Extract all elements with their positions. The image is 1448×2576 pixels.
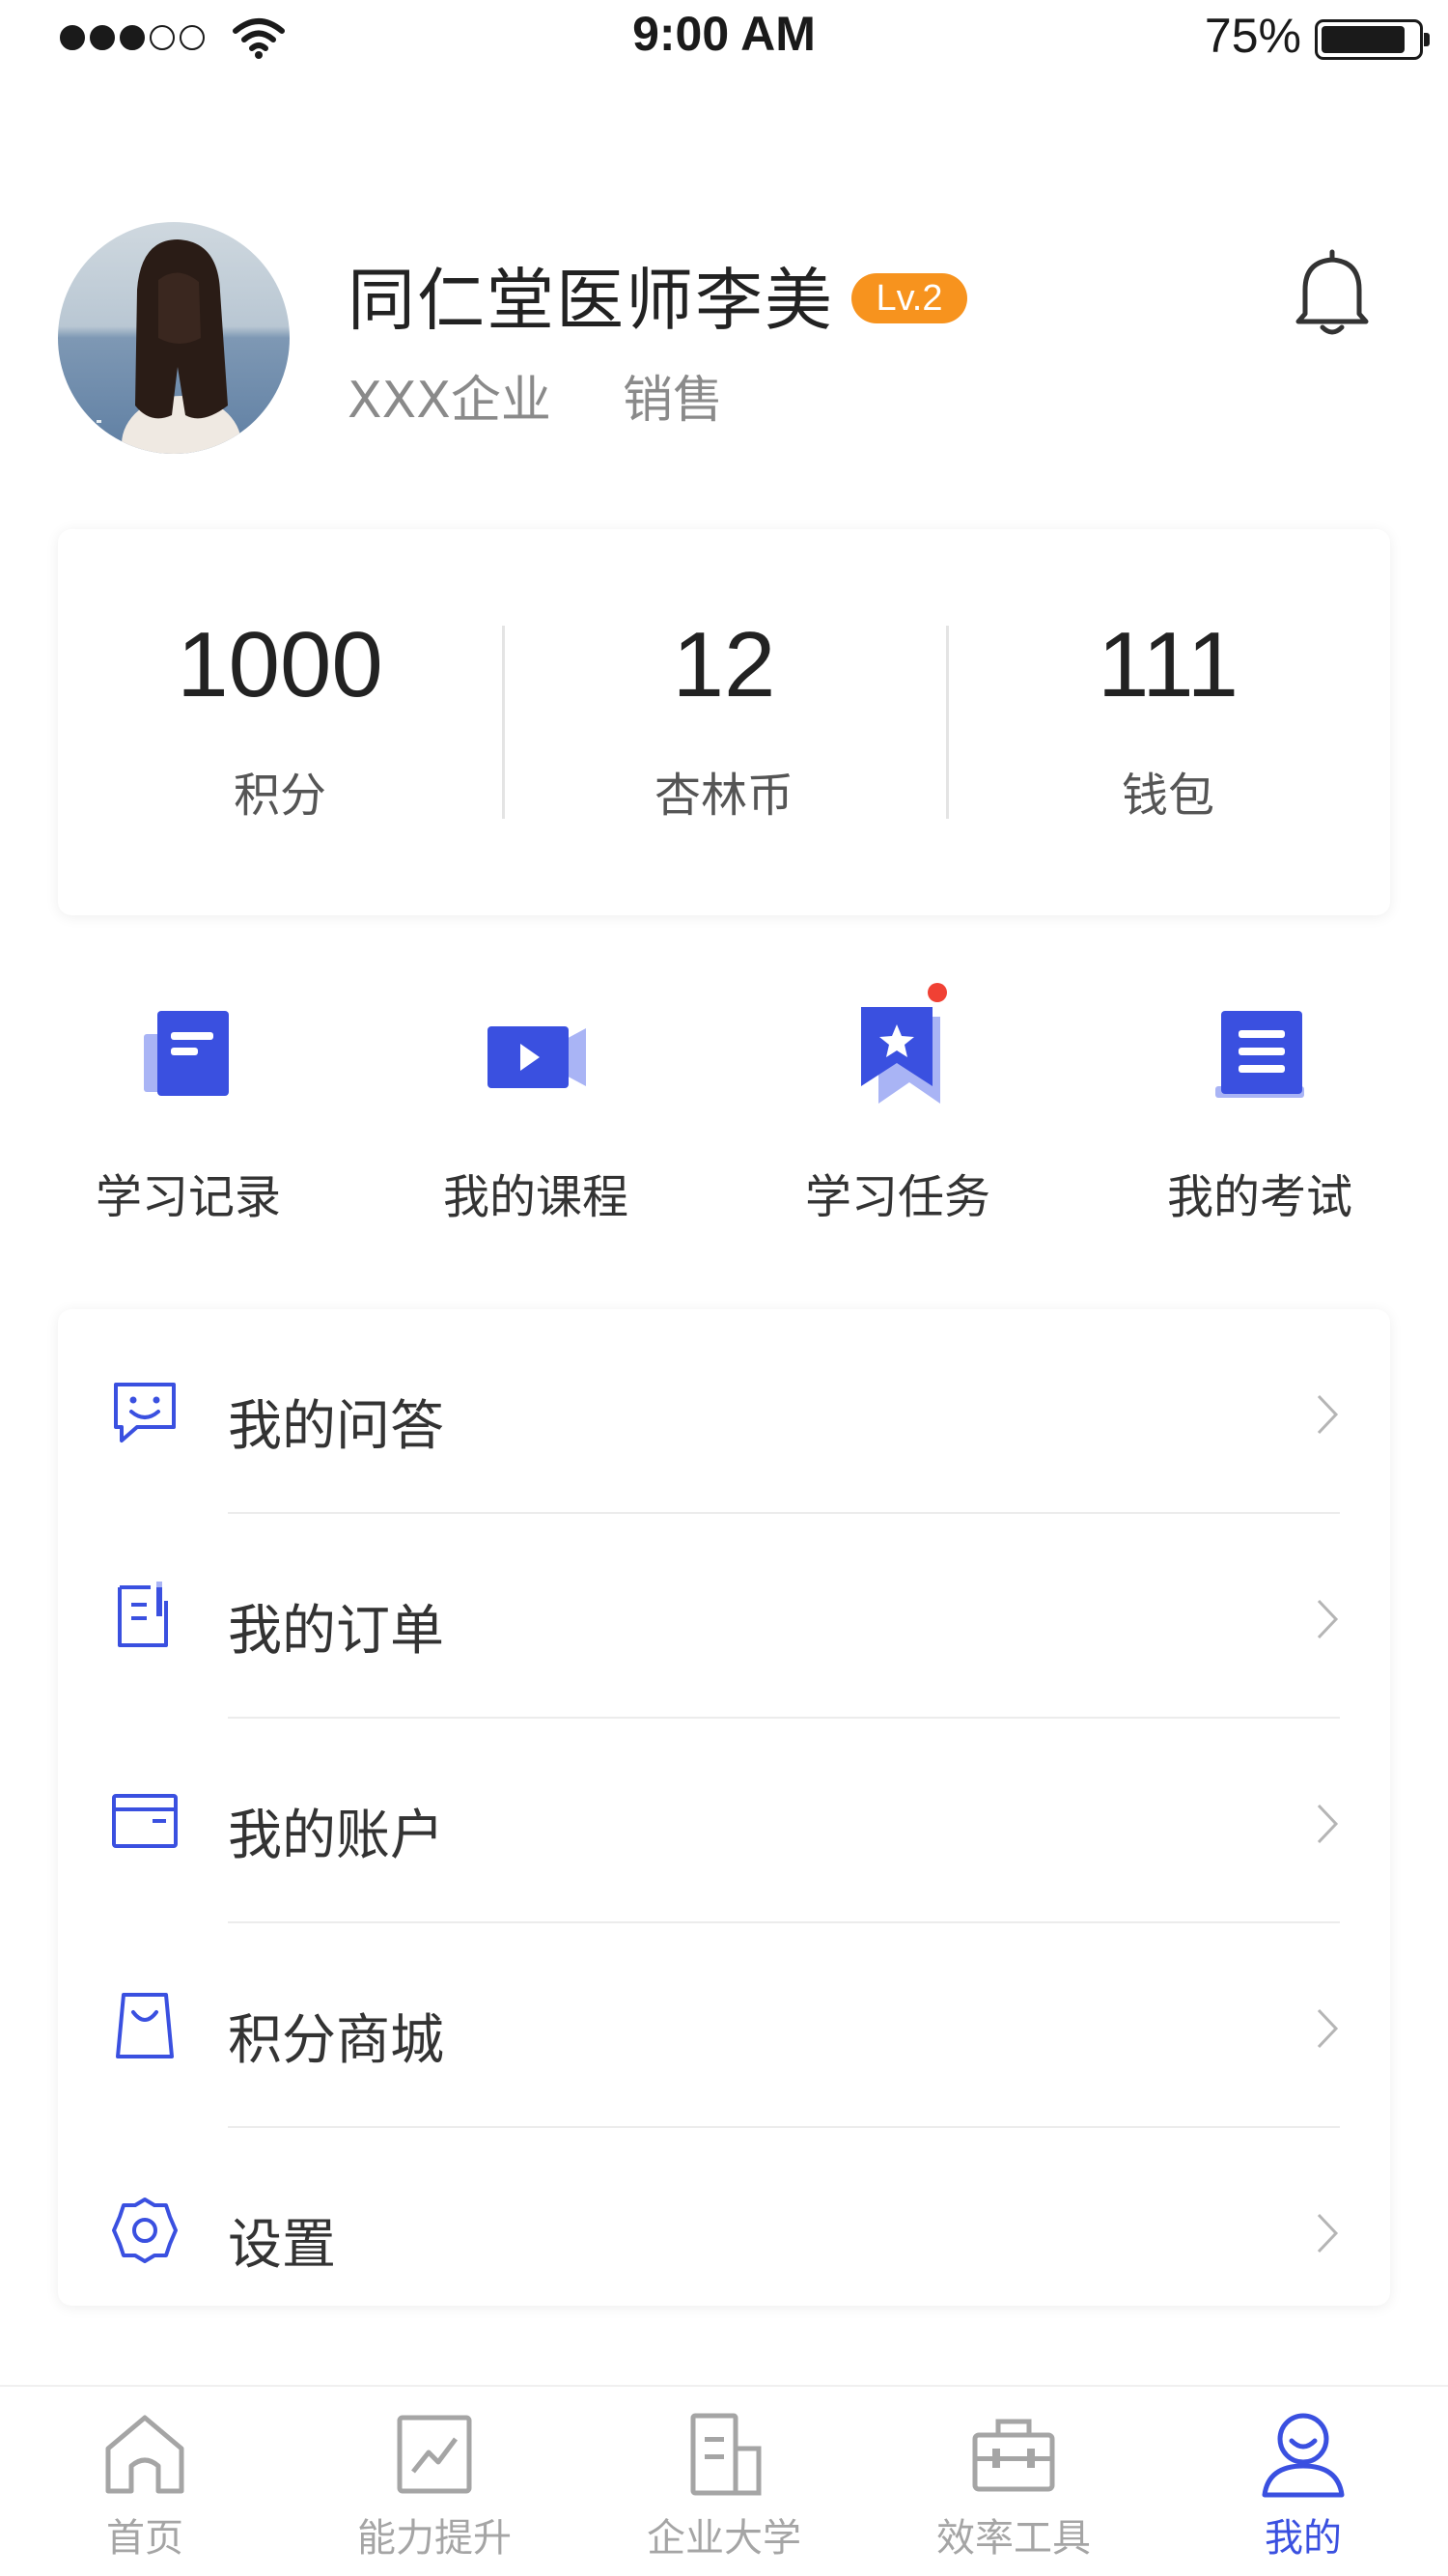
quick-action-label: 学习任务 xyxy=(804,1170,990,1224)
company-name: XXX企业 xyxy=(348,372,551,430)
bookmark-star-icon xyxy=(861,1007,940,1104)
avatar[interactable] xyxy=(58,222,290,454)
home-icon xyxy=(105,2415,184,2494)
menu-item-my-account[interactable]: 我的账户 xyxy=(58,1719,1390,1923)
tab-bar: 首页 能力提升 企业大学 效率工具 我的 xyxy=(0,2385,1448,2576)
menu-item-label: 我的账户 xyxy=(228,1805,444,1867)
tab-label: 我的 xyxy=(1265,2516,1342,2561)
stat-value: 111 xyxy=(1098,613,1239,716)
document-icon xyxy=(144,1011,229,1096)
stat-value: 1000 xyxy=(177,613,383,716)
tab-label: 能力提升 xyxy=(357,2516,512,2561)
video-icon xyxy=(487,1026,586,1088)
quick-action-label: 我的课程 xyxy=(442,1170,628,1224)
wallet-icon xyxy=(112,1794,178,1848)
battery-icon xyxy=(1315,19,1430,60)
chevron-right-icon xyxy=(1317,1394,1339,1435)
chevron-right-icon xyxy=(1317,2008,1339,2049)
menu-item-label: 我的订单 xyxy=(228,1600,444,1663)
stat-value: 12 xyxy=(672,613,776,716)
stat-label: 杏林币 xyxy=(654,769,794,823)
tab-home[interactable]: 首页 xyxy=(0,2387,290,2576)
menu-item-settings[interactable]: 设置 xyxy=(58,2128,1390,2333)
user-icon xyxy=(1262,2413,1345,2498)
quick-action-label: 我的考试 xyxy=(1166,1170,1352,1224)
stats-card: 1000 积分 12 杏林币 111 钱包 xyxy=(58,529,1390,915)
stat-coins[interactable]: 12 杏林币 xyxy=(502,529,946,915)
shopping-bag-icon xyxy=(116,1993,174,2058)
tab-mine[interactable]: 我的 xyxy=(1158,2387,1448,2576)
quick-action-study-record[interactable]: 学习记录 xyxy=(43,975,333,1236)
level-badge: Lv.2 xyxy=(851,273,967,323)
chevron-right-icon xyxy=(1317,1804,1339,1844)
quick-action-study-tasks[interactable]: 学习任务 xyxy=(753,975,1043,1236)
chevron-right-icon xyxy=(1317,2213,1339,2254)
tab-skill-improvement[interactable]: 能力提升 xyxy=(290,2387,579,2576)
menu-item-label: 积分商城 xyxy=(228,2009,444,2072)
quick-action-my-courses[interactable]: 我的课程 xyxy=(391,975,681,1236)
tab-efficiency-tools[interactable]: 效率工具 xyxy=(869,2387,1158,2576)
status-bar: 9:00 AM 75% xyxy=(0,0,1448,77)
notification-dot xyxy=(928,983,947,1002)
trend-icon xyxy=(397,2415,472,2494)
tab-label: 效率工具 xyxy=(936,2516,1091,2561)
stat-label: 积分 xyxy=(233,769,326,823)
menu-item-my-orders[interactable]: 我的订单 xyxy=(58,1514,1390,1719)
battery-percentage: 75% xyxy=(1204,9,1301,63)
order-icon xyxy=(118,1582,168,1647)
quick-action-my-exams[interactable]: 我的考试 xyxy=(1115,975,1405,1236)
stat-wallet[interactable]: 111 钱包 xyxy=(946,529,1390,915)
user-name: 同仁堂医师李美 xyxy=(348,261,834,340)
chevron-right-icon xyxy=(1317,1599,1339,1639)
tab-label: 首页 xyxy=(106,2516,183,2561)
exam-list-icon xyxy=(1215,1011,1304,1098)
bell-icon[interactable] xyxy=(1289,246,1376,338)
stat-label: 钱包 xyxy=(1121,769,1214,823)
building-icon xyxy=(690,2413,762,2496)
stat-points[interactable]: 1000 积分 xyxy=(58,529,502,915)
menu-item-label: 设置 xyxy=(228,2214,336,2277)
menu-card: 我的问答 我的订单 我的账户 积分商城 设置 xyxy=(58,1309,1390,2306)
menu-item-points-mall[interactable]: 积分商城 xyxy=(58,1923,1390,2128)
quick-action-label: 学习记录 xyxy=(95,1170,281,1224)
toolbox-icon xyxy=(972,2419,1055,2492)
menu-item-label: 我的问答 xyxy=(228,1395,444,1458)
job-position: 销售 xyxy=(623,372,724,430)
gear-icon xyxy=(112,2198,178,2263)
tab-label: 企业大学 xyxy=(647,2516,801,2561)
tab-enterprise-university[interactable]: 企业大学 xyxy=(579,2387,869,2576)
menu-item-my-qa[interactable]: 我的问答 xyxy=(58,1309,1390,1514)
chat-icon xyxy=(114,1383,176,1442)
